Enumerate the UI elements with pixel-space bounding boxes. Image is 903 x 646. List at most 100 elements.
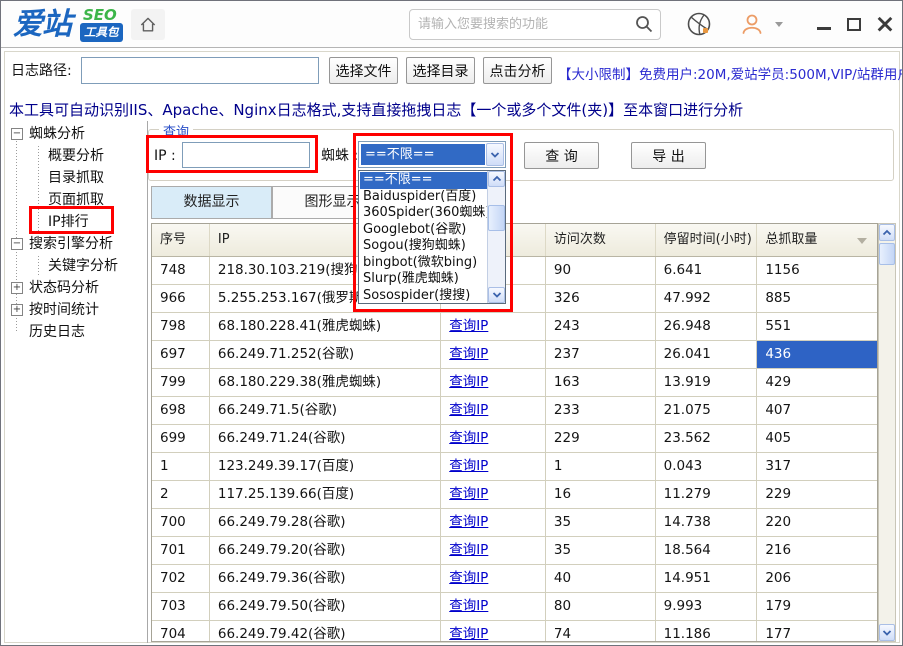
query-ip-link[interactable]: 查询IP <box>449 486 488 502</box>
dropdown-scroll-down-button[interactable] <box>488 287 505 303</box>
table-cell[interactable]: 26.041 <box>656 341 758 368</box>
table-cell[interactable]: 748 <box>152 257 210 284</box>
table-cell[interactable]: 6.641 <box>656 257 758 284</box>
column-header[interactable]: 总抓取量 <box>757 224 877 256</box>
table-cell[interactable]: 704 <box>152 621 210 641</box>
table-cell[interactable]: 220 <box>757 509 877 536</box>
table-cell[interactable]: 11.186 <box>656 621 758 641</box>
query-ip-link[interactable]: 查询IP <box>449 570 488 586</box>
table-cell[interactable]: 1 <box>152 453 210 480</box>
spider-option[interactable]: Slurp(雅虎蜘蛛) <box>360 271 487 288</box>
table-cell[interactable]: 14.951 <box>656 565 758 592</box>
sidebar-item-目录抓取[interactable]: 目录抓取 <box>1 167 147 189</box>
search-icon[interactable] <box>634 14 654 34</box>
maximize-button[interactable] <box>843 13 865 35</box>
table-cell[interactable]: 90 <box>546 257 656 284</box>
table-cell[interactable]: 66.249.71.24(谷歌) <box>210 425 441 452</box>
table-cell[interactable]: 405 <box>757 425 877 452</box>
table-cell[interactable]: 80 <box>546 593 656 620</box>
table-cell[interactable]: 699 <box>152 425 210 452</box>
user-caret-down-icon[interactable] <box>775 22 783 27</box>
table-cell[interactable]: 66.249.79.20(谷歌) <box>210 537 441 564</box>
table-cell[interactable]: 74 <box>546 621 656 641</box>
analyze-button[interactable]: 点击分析 <box>483 57 552 84</box>
user-icon[interactable] <box>738 10 766 38</box>
query-ip-link[interactable]: 查询IP <box>449 430 488 446</box>
table-cell[interactable]: 35 <box>546 537 656 564</box>
table-cell[interactable]: 1156 <box>757 257 877 284</box>
table-cell[interactable]: 40 <box>546 565 656 592</box>
table-scrollbar[interactable] <box>878 223 896 642</box>
table-cell[interactable]: 799 <box>152 369 210 396</box>
table-cell[interactable]: 885 <box>757 285 877 312</box>
table-cell[interactable]: 14.738 <box>656 509 758 536</box>
table-cell[interactable]: 701 <box>152 537 210 564</box>
sidebar-item-状态码分析[interactable]: +状态码分析 <box>1 277 147 299</box>
spider-option[interactable]: 360Spider(360蜘蛛) <box>360 205 487 222</box>
scroll-down-button[interactable] <box>879 624 895 641</box>
spider-option[interactable]: bingbot(微软bing) <box>360 255 487 272</box>
search-input[interactable] <box>418 12 628 37</box>
table-cell[interactable]: 436 <box>757 341 877 368</box>
tab-data-view[interactable]: 数据显示 <box>151 186 272 219</box>
dropdown-scrollbar[interactable] <box>487 171 505 303</box>
table-cell[interactable]: 13.919 <box>656 369 758 396</box>
spider-option[interactable]: Sogou(搜狗蜘蛛) <box>360 238 487 255</box>
sidebar-item-概要分析[interactable]: 概要分析 <box>1 145 147 167</box>
table-cell[interactable]: 698 <box>152 397 210 424</box>
expand-icon[interactable]: + <box>11 282 23 294</box>
table-cell[interactable]: 11.279 <box>656 481 758 508</box>
table-cell[interactable]: 2 <box>152 481 210 508</box>
table-cell[interactable]: 66.249.71.252(谷歌) <box>210 341 441 368</box>
sidebar-item-页面抓取[interactable]: 页面抓取 <box>1 189 147 211</box>
column-header[interactable]: 序号 <box>152 224 210 256</box>
scroll-up-button[interactable] <box>879 224 895 241</box>
table-cell[interactable]: 966 <box>152 285 210 312</box>
table-cell[interactable]: 216 <box>757 537 877 564</box>
query-ip-link[interactable]: 查询IP <box>449 458 488 474</box>
scroll-thumb[interactable] <box>879 243 895 265</box>
table-cell[interactable]: 407 <box>757 397 877 424</box>
table-cell[interactable]: 233 <box>546 397 656 424</box>
query-ip-link[interactable]: 查询IP <box>449 346 488 362</box>
expand-icon[interactable]: + <box>11 304 23 316</box>
table-cell[interactable]: 0.043 <box>656 453 758 480</box>
table-cell[interactable]: 66.249.79.50(谷歌) <box>210 593 441 620</box>
query-ip-link[interactable]: 查询IP <box>449 542 488 558</box>
sidebar-item-按时间统计[interactable]: +按时间统计 <box>1 299 147 321</box>
table-cell[interactable]: 551 <box>757 313 877 340</box>
table-cell[interactable]: 66.249.79.28(谷歌) <box>210 509 441 536</box>
collapse-icon[interactable]: − <box>11 238 23 250</box>
table-cell[interactable]: 23.562 <box>656 425 758 452</box>
sidebar-item-IP排行[interactable]: IP排行 <box>1 211 147 233</box>
table-cell[interactable]: 123.249.39.17(百度) <box>210 453 441 480</box>
table-cell[interactable]: 66.249.71.5(谷歌) <box>210 397 441 424</box>
table-cell[interactable]: 237 <box>546 341 656 368</box>
query-button[interactable]: 查 询 <box>524 142 599 169</box>
column-header[interactable]: 停留时间(小时) <box>656 224 758 256</box>
spider-combobox[interactable]: ==不限== <box>358 141 506 168</box>
table-cell[interactable]: 177 <box>757 621 877 641</box>
table-cell[interactable]: 317 <box>757 453 877 480</box>
table-cell[interactable]: 206 <box>757 565 877 592</box>
combo-dropdown-button[interactable] <box>486 143 504 166</box>
query-ip-link[interactable]: 查询IP <box>449 598 488 614</box>
table-cell[interactable]: 429 <box>757 369 877 396</box>
sort-down-icon[interactable] <box>857 238 867 244</box>
table-cell[interactable]: 702 <box>152 565 210 592</box>
table-cell[interactable]: 703 <box>152 593 210 620</box>
ip-input[interactable] <box>182 142 310 168</box>
minimize-button[interactable] <box>813 13 835 35</box>
table-cell[interactable]: 68.180.228.41(雅虎蜘蛛) <box>210 313 441 340</box>
export-button[interactable]: 导 出 <box>631 142 706 169</box>
select-dir-button[interactable]: 选择目录 <box>406 57 475 84</box>
table-cell[interactable]: 229 <box>757 481 877 508</box>
table-cell[interactable]: 47.992 <box>656 285 758 312</box>
sidebar-item-历史日志[interactable]: 历史日志 <box>1 321 147 343</box>
spider-option[interactable]: Sosospider(搜搜) <box>360 288 487 303</box>
sidebar-item-蜘蛛分析[interactable]: −蜘蛛分析 <box>1 123 147 145</box>
collapse-icon[interactable]: − <box>11 128 23 140</box>
log-path-input[interactable] <box>81 57 319 84</box>
close-button[interactable]: × <box>873 12 897 36</box>
table-cell[interactable]: 35 <box>546 509 656 536</box>
